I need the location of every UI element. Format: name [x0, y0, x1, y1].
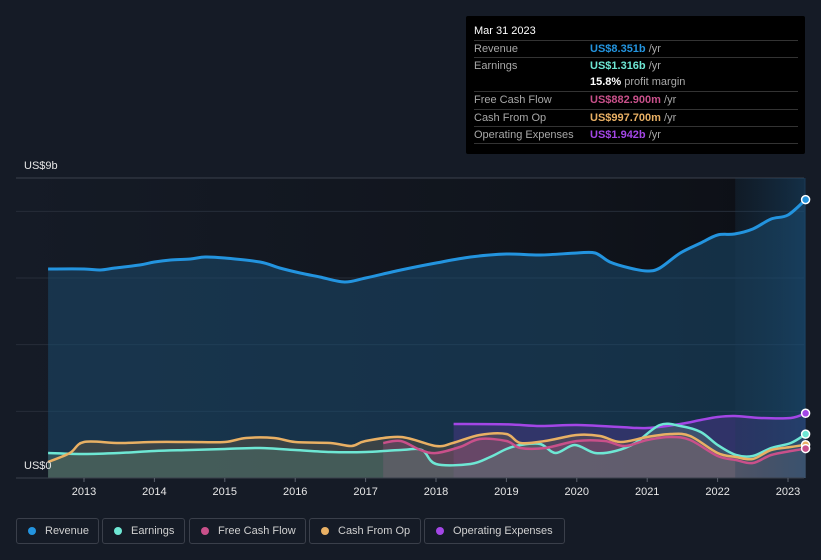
end-marker-earnings: [800, 429, 811, 439]
tooltip-unit-text: /yr: [645, 129, 661, 141]
legend-label: Free Cash Flow: [218, 525, 296, 537]
legend-item-operating-expenses[interactable]: Operating Expenses: [424, 518, 565, 544]
legend-item-free-cash-flow[interactable]: Free Cash Flow: [189, 518, 306, 544]
tooltip-row-value: US$882.900m /yr: [590, 94, 676, 106]
legend-dot-icon: [436, 527, 444, 535]
tooltip-unit-text: /yr: [645, 60, 661, 72]
tooltip-value-text: US$997.700m: [590, 112, 661, 124]
end-marker-free-cash-flow: [800, 443, 811, 454]
tooltip-date: Mar 31 2023: [474, 25, 536, 37]
legend-item-earnings[interactable]: Earnings: [102, 518, 185, 544]
legend-label: Operating Expenses: [453, 525, 553, 537]
x-tick-label: 2022: [705, 486, 729, 498]
x-tick-label: 2015: [213, 486, 237, 498]
tooltip-row: 15.8% profit margin: [474, 74, 798, 91]
tooltip-value-text: US$8.351b: [590, 43, 646, 55]
x-tick-label: 2023: [776, 486, 800, 498]
tooltip-row: Operating Expenses US$1.942b /yr: [474, 126, 798, 144]
tooltip-row-label: Operating Expenses: [474, 129, 574, 141]
legend-label: Cash From Op: [338, 525, 411, 537]
legend-item-revenue[interactable]: Revenue: [16, 518, 99, 544]
x-tick-label: 2021: [635, 486, 659, 498]
tooltip-value-text: US$1.942b: [590, 129, 646, 141]
tooltip-row: Cash From Op US$997.700m /yr: [474, 109, 798, 127]
tooltip-row-value: US$8.351b /yr: [590, 43, 661, 55]
tooltip-unit-text: /yr: [645, 43, 661, 55]
tooltip-divider: [474, 143, 798, 144]
x-tick-label: 2019: [494, 486, 518, 498]
tooltip-row-label: Free Cash Flow: [474, 94, 552, 106]
x-tick-label: 2016: [283, 486, 307, 498]
tooltip-unit-text: /yr: [660, 112, 677, 124]
legend-label: Revenue: [45, 525, 90, 537]
x-tick-label: 2014: [142, 486, 166, 498]
y-axis-bottom-label: US$0: [24, 460, 52, 472]
tooltip-unit-text: profit margin: [621, 76, 686, 88]
tooltip: Mar 31 2023 Revenue US$8.351b /yr Earnings…: [466, 16, 805, 154]
x-tick-label: 2017: [353, 486, 377, 498]
x-tick-label: 2018: [424, 486, 448, 498]
end-marker-revenue: [800, 194, 811, 205]
tooltip-row-label: Revenue: [474, 43, 519, 55]
tooltip-value-text: US$1.316b: [590, 60, 646, 72]
y-axis-top-label: US$9b: [24, 160, 58, 172]
legend-dot-icon: [114, 527, 122, 535]
tooltip-row-value: US$1.942b /yr: [590, 129, 661, 141]
tooltip-row-value: 15.8% profit margin: [590, 76, 685, 88]
tooltip-row: Revenue US$8.351b /yr: [474, 40, 798, 58]
highlight-band: [735, 178, 806, 478]
legend-item-cash-from-op[interactable]: Cash From Op: [309, 518, 421, 544]
tooltip-row-value: US$1.316b /yr: [590, 60, 661, 72]
tooltip-row: Free Cash Flow US$882.900m /yr: [474, 91, 798, 109]
tooltip-row-value: US$997.700m /yr: [590, 112, 676, 124]
x-axis: 2013 2014 2015 2016 2017 2018 2019 2020 2021 2022…: [16, 477, 804, 498]
tooltip-unit-text: /yr: [660, 94, 677, 106]
tooltip-row-label: Earnings: [474, 60, 518, 72]
legend-label: Earnings: [131, 525, 175, 537]
tooltip-row-label: Cash From Op: [474, 112, 547, 124]
legend-dot-icon: [201, 527, 209, 535]
x-tick-label: 2013: [72, 486, 96, 498]
tooltip-value-text: 15.8%: [590, 76, 622, 88]
x-tick-label: 2020: [565, 486, 589, 498]
end-marker-operating-expenses: [800, 408, 811, 419]
legend-dot-icon: [28, 527, 36, 535]
tooltip-row: Earnings US$1.316b /yr: [474, 57, 798, 75]
tooltip-value-text: US$882.900m: [590, 94, 661, 106]
legend-dot-icon: [321, 527, 329, 535]
